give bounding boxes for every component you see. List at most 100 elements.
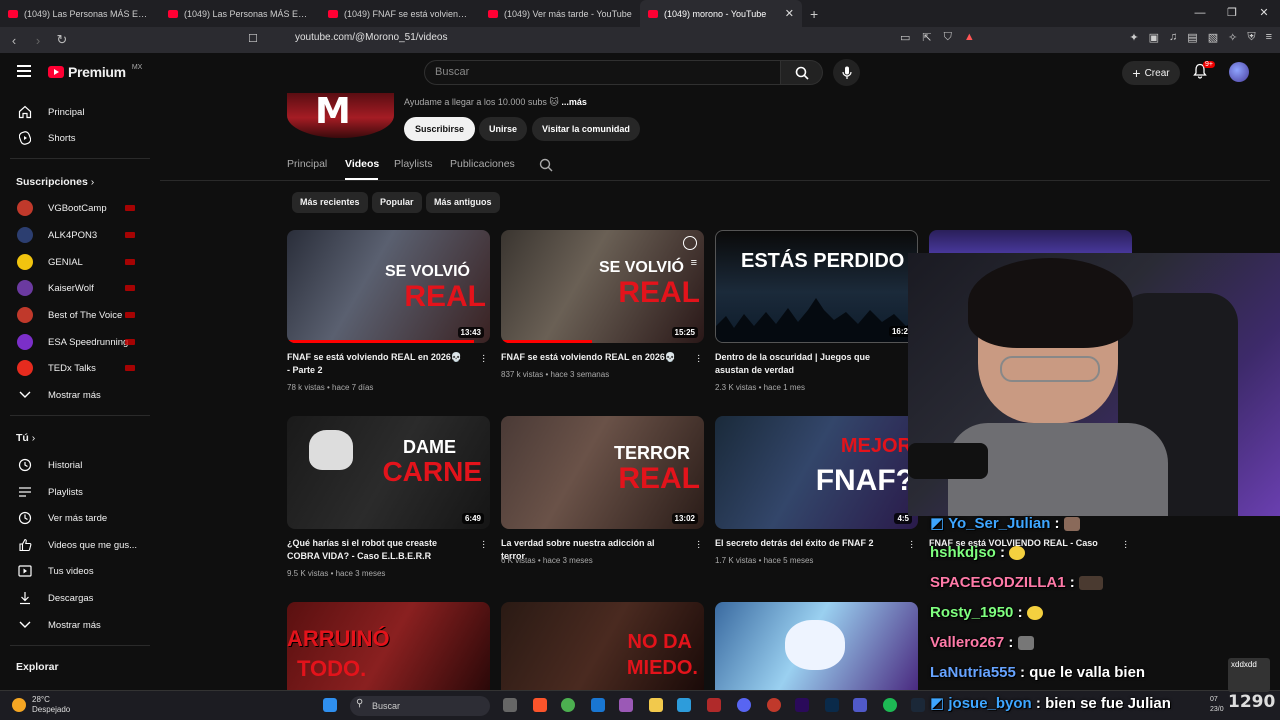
sidebar-sub-kaiserwolf[interactable]: KaiserWolf <box>0 275 153 301</box>
file-icon[interactable] <box>503 698 517 712</box>
sidebar-item-playlists[interactable]: Playlists <box>0 479 153 505</box>
menu-icon[interactable]: ≡ <box>1266 31 1272 44</box>
sidebar-sub-tedx-talks[interactable]: TEDx Talks <box>0 355 153 381</box>
chrome-icon[interactable] <box>561 698 575 712</box>
copilot-icon[interactable] <box>619 698 633 712</box>
browser-tab-3[interactable]: (1049) FNAF se está volviendo RE <box>320 0 480 27</box>
channel-description[interactable]: Ayudame a llegar a los 10.000 subs 🐱 ...… <box>404 97 587 108</box>
sidebar-icon[interactable]: ▤ <box>1187 31 1197 44</box>
video-thumbnail[interactable]: DAME CARNE 6:49 <box>287 416 490 529</box>
subscribe-button[interactable]: Suscribirse <box>404 117 476 141</box>
video-thumbnail[interactable]: TERROR REAL 13:02 <box>501 416 704 529</box>
ai-icon[interactable]: ✧ <box>1228 31 1237 44</box>
sidebar-sub-alk4pon3[interactable]: ALK4PON3 <box>0 222 153 248</box>
video-more-options-icon[interactable]: · · · <box>482 537 486 553</box>
sidebar-sub-esa-speedrunning[interactable]: ESA Speedrunning <box>0 329 153 355</box>
sidebar-item-watch-later[interactable]: Ver más tarde <box>0 505 153 531</box>
cast-icon[interactable]: ▭ <box>900 31 910 44</box>
rewards-icon[interactable]: ▲ <box>964 31 975 44</box>
steam-icon[interactable] <box>911 698 925 712</box>
video-title[interactable]: FNAF se está volviendo REAL en 2026💀 <box>501 351 681 364</box>
video-title[interactable]: ¿Qué harías si el robot que creaste COBR… <box>287 537 467 563</box>
sidebar-show-more-subs[interactable]: Mostrar más <box>0 382 153 408</box>
voice-search-button[interactable] <box>833 59 860 86</box>
url-field[interactable]: youtube.com/@Morono_51/videos <box>295 32 447 43</box>
video-thumbnail[interactable] <box>715 602 918 690</box>
join-button[interactable]: Unirse <box>479 117 528 141</box>
video-thumbnail[interactable] <box>929 230 1132 255</box>
system-clock[interactable]: 07 23/0 <box>1210 695 1224 715</box>
video-more-options-icon[interactable]: · · · <box>697 351 701 367</box>
video-thumbnail[interactable]: ARRUINÓ TODO. <box>287 602 490 690</box>
vpn-icon[interactable]: ⛨ <box>1247 31 1255 44</box>
create-button[interactable]: + Crear <box>1122 61 1180 85</box>
video-more-options-icon[interactable]: · · · <box>697 537 701 553</box>
share-icon[interactable]: ⇱ <box>922 31 931 44</box>
more-link[interactable]: ...más <box>561 97 587 107</box>
video-thumbnail[interactable]: NO DA MIEDO. <box>501 602 704 690</box>
weather-widget[interactable]: 28°C Despejado <box>12 695 70 715</box>
subscriptions-heading[interactable]: Suscripciones › <box>16 176 94 188</box>
sidebar-sub-vgbootcamp[interactable]: VGBootCamp <box>0 195 153 221</box>
close-tab-icon[interactable]: ✕ <box>785 7 794 20</box>
file-explorer-icon[interactable] <box>649 698 663 712</box>
chip-popular[interactable]: Popular <box>372 192 422 213</box>
video-more-options-icon[interactable]: · · · <box>482 351 486 367</box>
teams-icon[interactable] <box>853 698 867 712</box>
close-window-icon[interactable]: ✕ <box>1248 0 1280 27</box>
app-icon[interactable] <box>707 698 721 712</box>
discord-icon[interactable] <box>737 698 751 712</box>
brave-shield-icon[interactable]: ⛉ <box>944 31 952 44</box>
sidebar-sub-genial[interactable]: GENIAL <box>0 249 153 275</box>
watch-later-overlay-icon[interactable] <box>683 236 697 250</box>
video-thumbnail[interactable]: MEJOR FNAF? 4:5 <box>715 416 918 529</box>
forward-icon[interactable]: › <box>28 33 48 48</box>
back-icon[interactable]: ‹ <box>4 33 24 48</box>
chip-mas-antiguos[interactable]: Más antiguos <box>426 192 500 213</box>
sidebar-item-shorts[interactable]: Shorts <box>0 125 153 151</box>
photoshop-icon[interactable] <box>825 698 839 712</box>
browser-tab-active[interactable]: (1049) morono - YouTube ✕ <box>640 0 802 27</box>
media-icon[interactable]: ▣ <box>1149 31 1159 44</box>
video-title[interactable]: Dentro de la oscuridad | Juegos que asus… <box>715 351 895 377</box>
channel-avatar-banner[interactable]: M <box>287 93 394 138</box>
video-thumbnail[interactable]: SE VOLVIÓ REAL 13:43 <box>287 230 490 343</box>
opera-icon[interactable] <box>767 698 781 712</box>
sidebar-item-historial[interactable]: Historial <box>0 452 153 478</box>
bookmark-icon[interactable]: ☐ <box>248 32 258 45</box>
sidebar-item-your-videos[interactable]: Tus videos <box>0 558 153 584</box>
add-to-queue-icon[interactable]: ≡ <box>691 257 697 269</box>
browser-tab-1[interactable]: (1049) Las Personas MÁS ESTÚPIDAS <box>0 0 160 27</box>
video-more-options-icon[interactable]: · · · <box>910 537 914 553</box>
chip-mas-recientes[interactable]: Más recientes <box>292 192 368 213</box>
taskbar-search-input[interactable]: Buscar <box>350 696 490 716</box>
sidebar-item-downloads[interactable]: Descargas <box>0 585 153 611</box>
store-icon[interactable] <box>677 698 691 712</box>
tab-videos[interactable]: Videos <box>345 158 379 170</box>
minimize-icon[interactable]: — <box>1184 0 1216 27</box>
spotify-icon[interactable] <box>883 698 897 712</box>
browser-tab-4[interactable]: (1049) Ver más tarde - YouTube <box>480 0 640 27</box>
extensions-icon[interactable]: ✦ <box>1129 31 1138 44</box>
sidebar-item-principal[interactable]: Principal <box>0 99 153 125</box>
visit-community-button[interactable]: Visitar la comunidad <box>532 117 640 141</box>
video-thumbnail[interactable]: ESTÁS PERDIDO 16:2 <box>715 230 918 343</box>
reload-icon[interactable]: ↻ <box>52 32 72 48</box>
tab-playlists[interactable]: Playlists <box>394 158 433 170</box>
video-title[interactable]: El secreto detrás del éxito de FNAF 2 <box>715 537 895 550</box>
tab-principal[interactable]: Principal <box>287 158 327 170</box>
channel-search-icon[interactable] <box>539 158 553 172</box>
search-input[interactable]: Buscar <box>424 60 781 85</box>
sidebar-item-liked-videos[interactable]: Videos que me gus... <box>0 532 153 558</box>
youtube-premium-logo[interactable]: Premium MX <box>48 64 142 80</box>
wallet-icon[interactable]: ▧ <box>1208 31 1218 44</box>
tab-publicaciones[interactable]: Publicaciones <box>450 158 515 170</box>
you-heading[interactable]: Tú › <box>16 432 35 444</box>
maximize-icon[interactable]: ❐ <box>1216 0 1248 27</box>
sidebar-show-more-you[interactable]: Mostrar más <box>0 612 153 638</box>
music-icon[interactable]: ♫ <box>1169 31 1177 44</box>
video-thumbnail[interactable]: SE VOLVIÓ REAL ≡ 15:25 <box>501 230 704 343</box>
account-avatar[interactable] <box>1229 62 1249 82</box>
browser-tab-2[interactable]: (1049) Las Personas MÁS ESTÚPIDAS <box>160 0 320 27</box>
windows-start-icon[interactable] <box>323 698 337 712</box>
